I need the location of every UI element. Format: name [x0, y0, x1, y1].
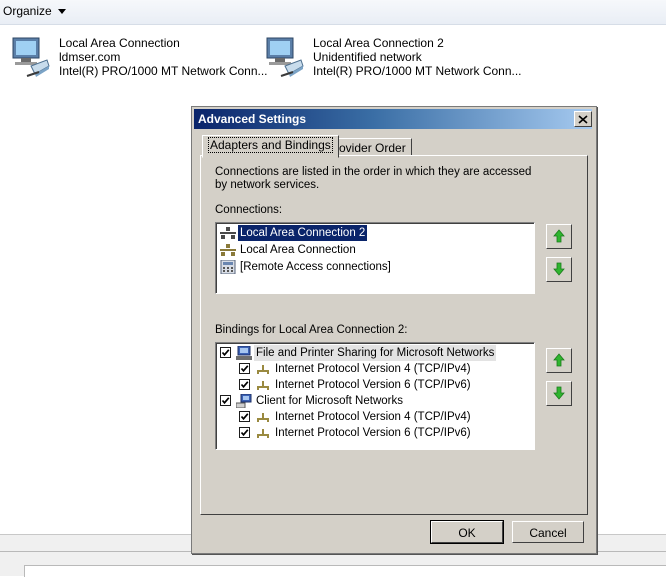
network-adapter-icon [220, 227, 236, 239]
check-icon [221, 397, 230, 405]
move-binding-down-button[interactable] [546, 381, 572, 406]
protocol-icon [257, 365, 269, 374]
binding-label: Internet Protocol Version 6 (TCP/IPv6) [275, 379, 471, 391]
binding-checkbox[interactable] [239, 379, 250, 390]
remote-access-icon [220, 260, 236, 274]
move-connection-down-button[interactable] [546, 257, 572, 282]
binding-label: File and Printer Sharing for Microsoft N… [254, 345, 497, 361]
organize-label: Organize [3, 4, 52, 18]
network-client-icon [236, 394, 252, 408]
connection-label: Local Area Connection 2 [238, 225, 368, 241]
arrow-up-icon [553, 353, 565, 367]
tab-panel: Connections are listed in the order in w… [200, 155, 588, 515]
check-icon [240, 429, 249, 437]
check-icon [240, 381, 249, 389]
arrow-up-icon [553, 229, 565, 243]
tab-label: Adapters and Bindings [208, 137, 333, 153]
binding-label: Internet Protocol Version 4 (TCP/IPv4) [275, 411, 471, 423]
adapter-device: Intel(R) PRO/1000 MT Network Conn... [313, 64, 522, 78]
file-printer-sharing-icon [236, 346, 252, 360]
protocol-icon [257, 413, 269, 422]
bindings-tree[interactable]: File and Printer Sharing for Microsoft N… [215, 342, 535, 450]
close-button[interactable] [574, 111, 592, 127]
cancel-button[interactable]: Cancel [512, 521, 584, 543]
dropdown-arrow-icon [57, 9, 66, 15]
close-icon [578, 114, 588, 124]
description-text: Connections are listed in the order in w… [215, 166, 532, 191]
binding-checkbox[interactable] [220, 347, 231, 358]
binding-checkbox[interactable] [220, 395, 231, 406]
tab-label: Provider Order [327, 141, 406, 155]
binding-label: Internet Protocol Version 4 (TCP/IPv4) [275, 363, 471, 375]
move-binding-up-button[interactable] [546, 348, 572, 373]
arrow-down-icon [553, 386, 565, 400]
protocol-icon [257, 429, 269, 438]
advanced-settings-dialog: Advanced Settings Adapters and Bindings … [191, 106, 597, 554]
adapter-status: Unidentified network [313, 50, 422, 64]
adapter-device: Intel(R) PRO/1000 MT Network Conn... [59, 64, 268, 78]
ok-button[interactable]: OK [430, 520, 504, 544]
network-adapter-icon [12, 37, 50, 77]
connection-label: [Remote Access connections] [240, 261, 391, 273]
check-icon [240, 365, 249, 373]
adapter-name: Local Area Connection [59, 36, 180, 50]
binding-checkbox[interactable] [239, 363, 250, 374]
binding-label: Client for Microsoft Networks [256, 395, 403, 407]
dialog-title: Advanced Settings [198, 112, 307, 126]
check-icon [240, 413, 249, 421]
adapter-status: ldmser.com [59, 50, 121, 64]
binding-label: Internet Protocol Version 6 (TCP/IPv6) [275, 427, 471, 439]
binding-checkbox[interactable] [239, 427, 250, 438]
status-area [24, 565, 666, 577]
network-adapter-icon [266, 37, 304, 77]
binding-checkbox[interactable] [239, 411, 250, 422]
explorer-toolbar: Organize [0, 0, 666, 25]
bindings-label: Bindings for Local Area Connection 2: [215, 324, 408, 336]
adapter-name: Local Area Connection 2 [313, 36, 444, 50]
organize-menu-button[interactable]: Organize [3, 4, 66, 18]
connection-label: Local Area Connection [240, 244, 356, 256]
connections-label: Connections: [215, 204, 283, 216]
connections-list[interactable]: Local Area Connection 2 Local Area Conne… [215, 222, 535, 294]
check-icon [221, 349, 230, 357]
arrow-down-icon [553, 262, 565, 276]
protocol-icon [257, 381, 269, 390]
dialog-titlebar[interactable]: Advanced Settings [194, 109, 592, 129]
move-connection-up-button[interactable] [546, 224, 572, 249]
network-adapter-icon [220, 244, 236, 256]
tab-adapters-and-bindings[interactable]: Adapters and Bindings [202, 135, 339, 158]
